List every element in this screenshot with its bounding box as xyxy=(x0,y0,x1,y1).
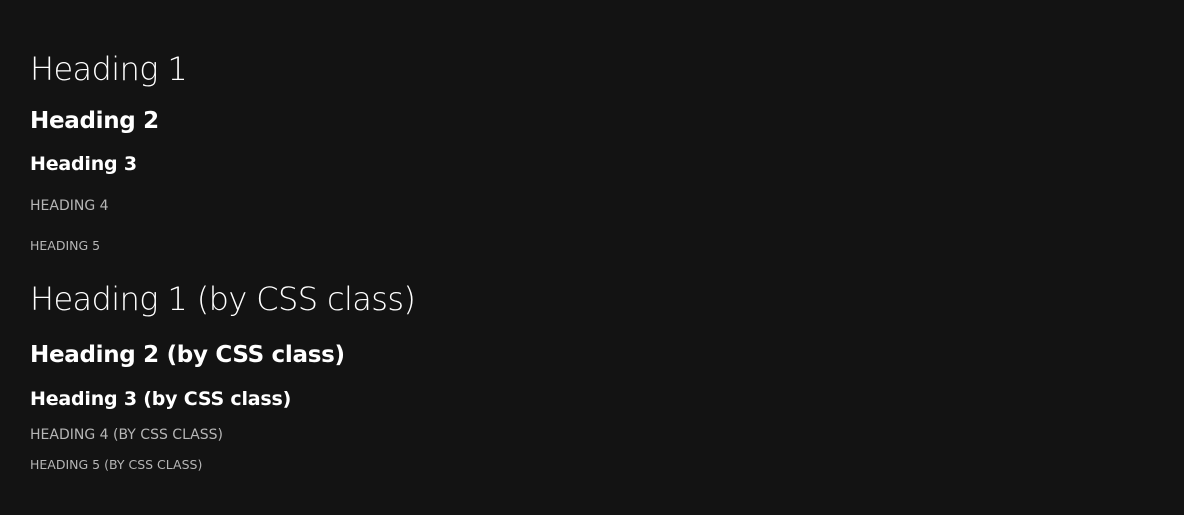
heading-4: HEADING 4 xyxy=(30,198,109,214)
heading-1: Heading 1 xyxy=(30,50,188,88)
heading-5: HEADING 5 xyxy=(30,238,101,253)
heading-3: Heading 3 xyxy=(30,153,137,175)
heading-3-by-class: Heading 3 (by CSS class) xyxy=(30,388,292,410)
heading-5-by-class: HEADING 5 (BY CSS CLASS) xyxy=(30,457,203,472)
heading-2-by-class: Heading 2 (by CSS class) xyxy=(30,342,345,368)
heading-4-by-class: HEADING 4 (BY CSS CLASS) xyxy=(30,427,223,443)
heading-1-by-class: Heading 1 (by CSS class) xyxy=(30,280,416,318)
heading-2: Heading 2 xyxy=(30,108,159,134)
